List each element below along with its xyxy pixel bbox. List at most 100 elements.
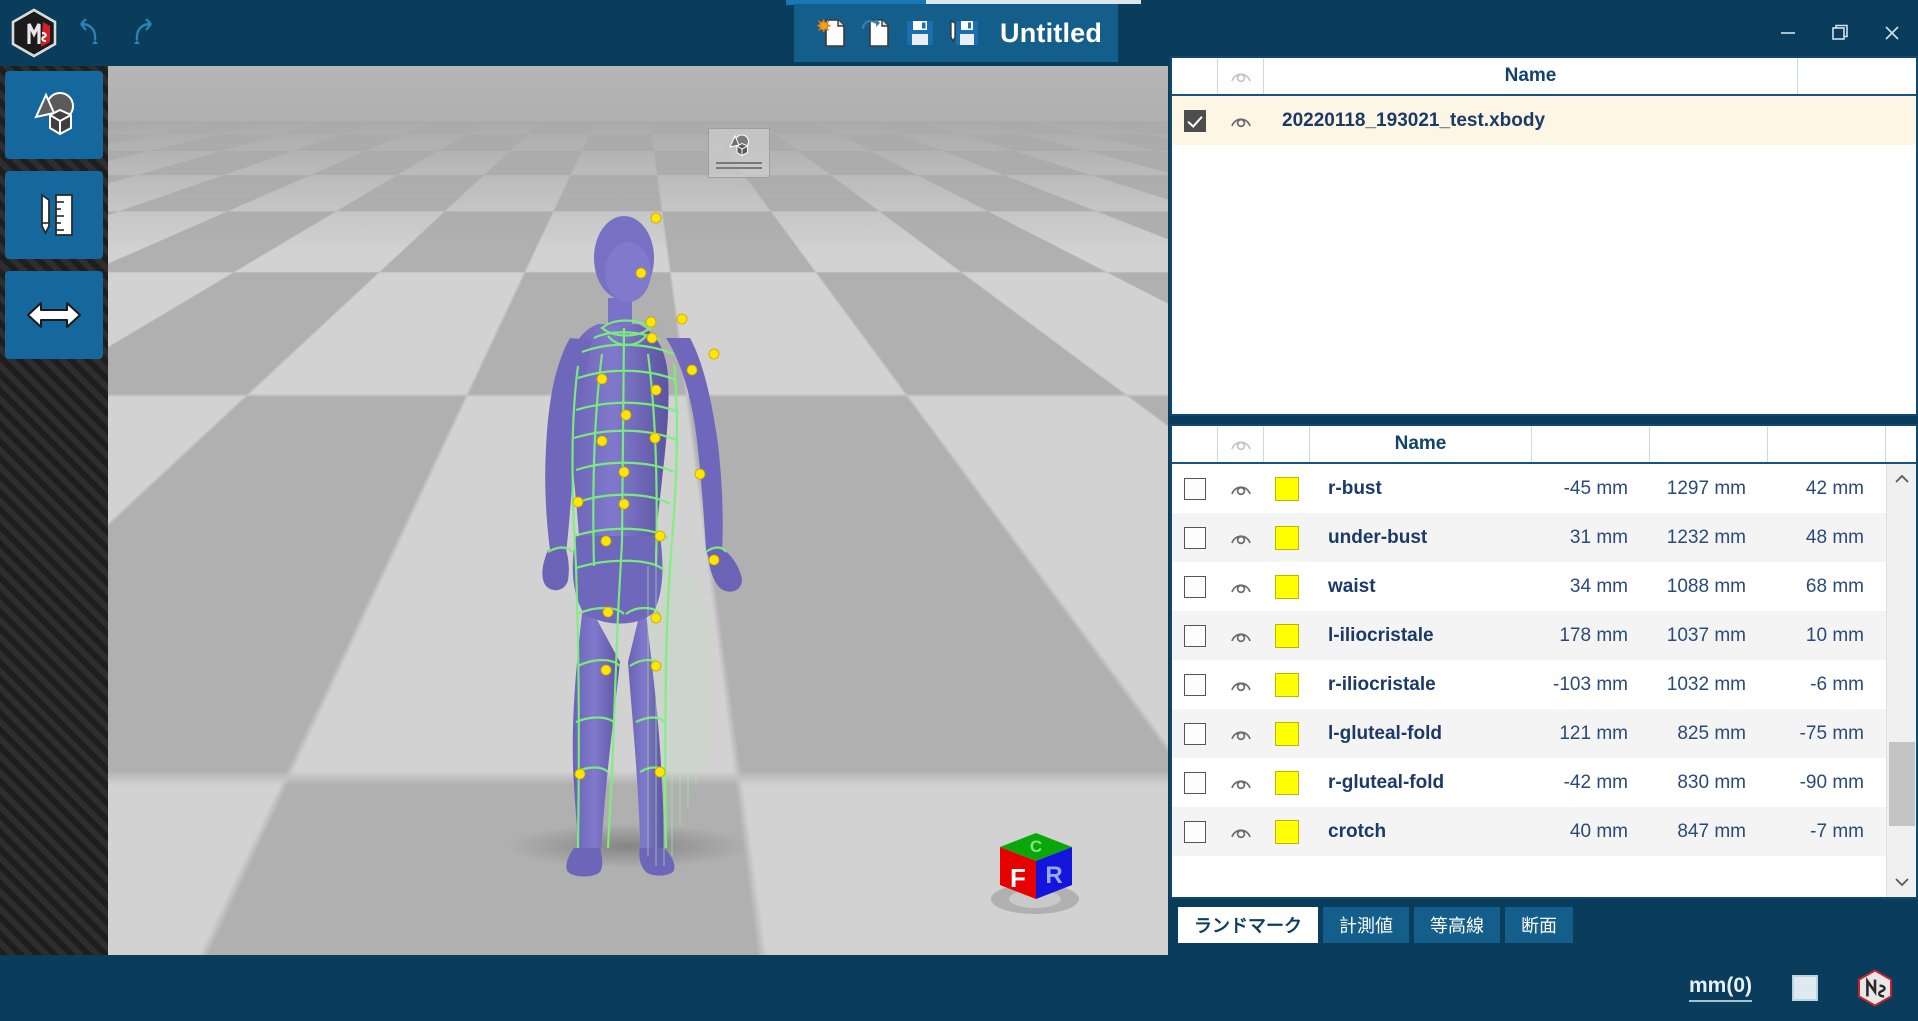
landmark-header-name[interactable]: Name xyxy=(1310,426,1532,462)
landmark-color-swatch[interactable] xyxy=(1264,513,1310,562)
landmark-color-swatch[interactable] xyxy=(1264,758,1310,807)
sidebar-item-model-view[interactable] xyxy=(5,71,103,159)
landmark-color-swatch[interactable] xyxy=(1264,660,1310,709)
tab-contour[interactable]: 等高線 xyxy=(1414,907,1500,943)
landmark-color-swatch[interactable] xyxy=(1264,709,1310,758)
landmark-visible-checkbox[interactable] xyxy=(1184,624,1206,647)
row-checkbox-cell[interactable] xyxy=(1172,464,1218,513)
navcube-top-label: C xyxy=(1030,837,1042,856)
tab-section[interactable]: 断面 xyxy=(1505,907,1573,943)
landmark-color-swatch[interactable] xyxy=(1264,856,1310,859)
eye-icon[interactable] xyxy=(1218,426,1264,462)
table-row[interactable]: nose38 mm1594 mm7 mm xyxy=(1172,856,1916,859)
3d-viewport[interactable]: C F R xyxy=(108,66,1168,955)
landmark-x-value: 38 mm xyxy=(1532,856,1650,859)
table-row[interactable]: crotch 40 mm 847 mm -7 mm xyxy=(1172,807,1916,856)
landmark-visible-checkbox[interactable] xyxy=(1184,477,1206,500)
new-document-icon[interactable] xyxy=(810,13,854,53)
panel-tabs: ランドマーク 計測値 等高線 断面 xyxy=(1170,899,1918,943)
color-swatch[interactable] xyxy=(1275,819,1299,844)
table-row[interactable]: 20220118_193021_test.xbody xyxy=(1172,96,1916,145)
landmark-visible-checkbox[interactable] xyxy=(1184,575,1206,598)
eye-icon[interactable] xyxy=(1218,709,1264,758)
color-swatch[interactable] xyxy=(1275,721,1299,746)
floppy-save-icon[interactable] xyxy=(898,13,942,53)
app-hexagon-logo-icon[interactable] xyxy=(1856,969,1894,1007)
tab-measurement[interactable]: 計測値 xyxy=(1323,907,1409,943)
table-row[interactable]: l-iliocristale 178 mm 1037 mm 10 mm xyxy=(1172,611,1916,660)
color-swatch[interactable] xyxy=(1275,574,1299,599)
scrollbar-thumb[interactable] xyxy=(1889,742,1915,826)
scroll-up-arrow[interactable] xyxy=(1887,464,1916,494)
scroll-down-arrow[interactable] xyxy=(1887,867,1917,897)
eye-icon[interactable] xyxy=(1218,96,1264,145)
color-swatch[interactable] xyxy=(1275,672,1299,697)
row-checkbox-cell[interactable] xyxy=(1172,660,1218,709)
file-visible-checkbox[interactable] xyxy=(1184,109,1206,132)
table-row[interactable]: waist 34 mm 1088 mm 68 mm xyxy=(1172,562,1916,611)
undo-button[interactable] xyxy=(70,16,104,50)
pencil-ruler-icon xyxy=(41,193,73,236)
landmark-table: Name r-bust -45 mm 1297 mm 42 mm under-bust 3… xyxy=(1170,424,1918,899)
landmark-header-y[interactable] xyxy=(1650,426,1768,462)
eye-icon[interactable] xyxy=(1218,660,1264,709)
landmark-header-x[interactable] xyxy=(1532,426,1650,462)
navigation-cube[interactable]: C F R xyxy=(980,811,1090,921)
app-hexagon-logo-icon[interactable] xyxy=(10,8,58,58)
landmark-y-value: 1037 mm xyxy=(1666,624,1746,646)
row-checkbox-cell[interactable] xyxy=(1172,513,1218,562)
row-checkbox-cell[interactable] xyxy=(1172,562,1218,611)
landmark-y-value: 1297 mm xyxy=(1666,477,1746,499)
landmark-visible-checkbox[interactable] xyxy=(1184,771,1206,794)
row-checkbox-cell[interactable] xyxy=(1172,709,1218,758)
landmark-table-scrollbar[interactable] xyxy=(1886,464,1916,897)
landmark-visible-checkbox[interactable] xyxy=(1184,722,1206,745)
unit-selector[interactable]: mm(0) xyxy=(1688,974,1752,1002)
sidebar-item-distance[interactable] xyxy=(5,271,103,359)
eye-icon[interactable] xyxy=(1218,856,1264,859)
table-row[interactable]: r-gluteal-fold -42 mm 830 mm -90 mm xyxy=(1172,758,1916,807)
tab-landmark[interactable]: ランドマーク xyxy=(1178,907,1318,943)
floppy-save-as-icon[interactable] xyxy=(942,13,986,53)
landmark-name-label: waist xyxy=(1328,575,1376,597)
landmark-header-z[interactable] xyxy=(1768,426,1886,462)
table-row[interactable]: r-iliocristale -103 mm 1032 mm -6 mm xyxy=(1172,660,1916,709)
sidebar-item-measure[interactable] xyxy=(5,171,103,259)
landmark-color-swatch[interactable] xyxy=(1264,464,1310,513)
eye-icon[interactable] xyxy=(1218,562,1264,611)
eye-icon[interactable] xyxy=(1218,58,1264,94)
landmark-visible-checkbox[interactable] xyxy=(1184,673,1206,696)
row-checkbox-cell[interactable] xyxy=(1172,856,1218,859)
table-row[interactable]: under-bust 31 mm 1232 mm 48 mm xyxy=(1172,513,1916,562)
color-swatch[interactable] xyxy=(1275,770,1299,795)
landmark-x-value: 31 mm xyxy=(1569,526,1628,548)
file-header-name[interactable]: Name xyxy=(1264,58,1798,94)
landmark-name-label: r-gluteal-fold xyxy=(1328,771,1445,793)
open-document-icon[interactable] xyxy=(854,13,898,53)
camera-view-widget[interactable] xyxy=(708,128,770,178)
eye-icon[interactable] xyxy=(1218,513,1264,562)
table-row[interactable]: l-gluteal-fold 121 mm 825 mm -75 mm xyxy=(1172,709,1916,758)
landmark-color-swatch[interactable] xyxy=(1264,611,1310,660)
eye-icon[interactable] xyxy=(1218,464,1264,513)
landmark-table-header: Name xyxy=(1172,426,1916,464)
square-toggle-icon[interactable] xyxy=(1792,975,1818,1001)
color-swatch[interactable] xyxy=(1275,476,1299,501)
table-row[interactable]: r-bust -45 mm 1297 mm 42 mm xyxy=(1172,464,1916,513)
eye-icon[interactable] xyxy=(1218,807,1264,856)
right-panel: Name 20220118_193021_test.xbody Name r-b… xyxy=(1168,56,1918,955)
landmark-color-swatch[interactable] xyxy=(1264,562,1310,611)
eye-icon[interactable] xyxy=(1218,758,1264,807)
status-bar: mm(0) xyxy=(0,955,1918,1021)
eye-icon[interactable] xyxy=(1218,611,1264,660)
row-checkbox-cell[interactable] xyxy=(1172,758,1218,807)
landmark-color-swatch[interactable] xyxy=(1264,807,1310,856)
landmark-visible-checkbox[interactable] xyxy=(1184,526,1206,549)
color-swatch[interactable] xyxy=(1275,525,1299,550)
row-checkbox-cell[interactable] xyxy=(1172,611,1218,660)
row-checkbox-cell[interactable] xyxy=(1172,807,1218,856)
redo-button[interactable] xyxy=(128,16,162,50)
row-checkbox-cell[interactable] xyxy=(1172,96,1218,145)
color-swatch[interactable] xyxy=(1275,623,1299,648)
landmark-visible-checkbox[interactable] xyxy=(1184,820,1206,843)
